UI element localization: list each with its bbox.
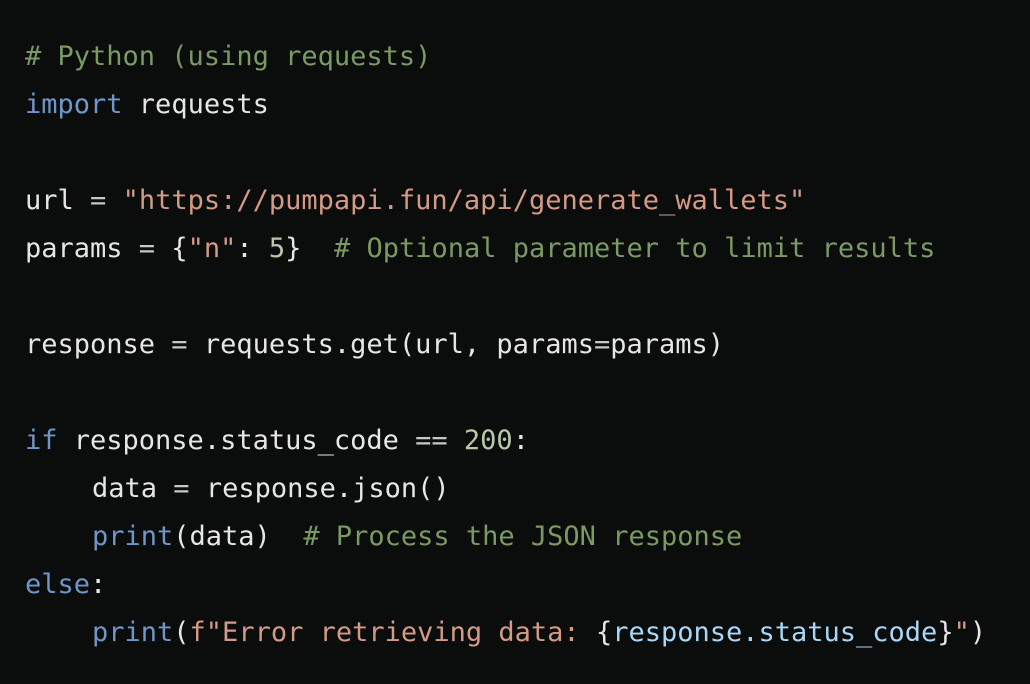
code-line-11: print(data) # Process the JSON response — [25, 513, 1030, 561]
fstring-end-quote: " — [953, 617, 970, 648]
colon: : — [512, 425, 529, 456]
operator: = — [157, 473, 206, 504]
dict-key: "n" — [187, 233, 237, 264]
code-line-10: data = response.json() — [25, 465, 1030, 513]
keyword: if — [25, 425, 58, 456]
comment: # Optional parameter to limit results — [333, 233, 936, 264]
operator: = — [73, 185, 123, 216]
keyword: import — [25, 89, 123, 120]
function-args: (data) — [173, 521, 271, 552]
code-line-3-empty — [25, 129, 1030, 177]
variable: url — [25, 185, 74, 216]
builtin-function: print — [92, 617, 174, 648]
operator: = — [155, 329, 204, 360]
function-call: requests.get(url, params — [203, 329, 594, 360]
interpolated-expression: response.status_code — [612, 617, 938, 648]
module-name: requests — [122, 89, 269, 120]
comment: # Process the JSON response — [303, 521, 743, 552]
code-line-1: # Python (using requests) — [25, 33, 1030, 81]
number-literal: 200 — [463, 425, 513, 456]
code-editor[interactable]: # Python (using requests) import request… — [0, 0, 1030, 684]
interp-brace-open: { — [595, 617, 613, 648]
brace-open: { — [171, 233, 188, 264]
code-line-4: url = "https://pumpapi.fun/api/generate_… — [25, 177, 1030, 225]
operator: == — [415, 425, 448, 456]
code-line-5: params = {"n": 5} # Optional parameter t… — [25, 225, 1030, 273]
condition: response.status_code — [57, 425, 416, 456]
builtin-function: print — [92, 521, 174, 552]
colon: : — [236, 233, 269, 264]
keyword: else — [25, 569, 91, 600]
function-args: params) — [610, 329, 725, 360]
operator: = — [593, 329, 611, 360]
variable: data — [92, 473, 158, 504]
code-line-2: import requests — [25, 81, 1030, 129]
colon: : — [90, 569, 107, 600]
code-line-7: response = requests.get(url, params=para… — [25, 321, 1030, 369]
variable: response — [25, 329, 156, 360]
paren-open: ( — [173, 617, 190, 648]
code-line-13: print(f"Error retrieving data: {response… — [25, 609, 1030, 657]
code-line-9: if response.status_code == 200: — [25, 417, 1030, 465]
code-line-6-empty — [25, 273, 1030, 321]
brace-close: } — [285, 233, 302, 264]
comment: # Python (using requests) — [25, 41, 432, 72]
string-literal: "https://pumpapi.fun/api/generate_wallet… — [122, 185, 806, 216]
operator: = — [122, 233, 172, 264]
paren-close: ) — [969, 617, 987, 648]
variable: params — [25, 233, 123, 264]
code-line-12: else: — [25, 561, 1030, 609]
interp-brace-close: } — [937, 617, 954, 648]
fstring-literal: f"Error retrieving data: — [189, 617, 596, 648]
code-line-8-empty — [25, 369, 1030, 417]
number-literal: 5 — [268, 233, 286, 264]
function-call: response.json() — [205, 473, 450, 504]
